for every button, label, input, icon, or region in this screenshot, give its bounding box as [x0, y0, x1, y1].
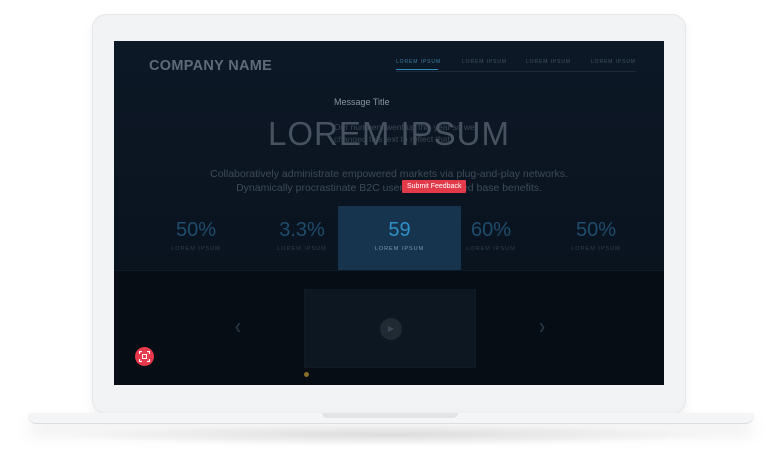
stat-value: 50%	[175, 219, 217, 241]
chevron-left-icon[interactable]: ❮	[231, 320, 245, 334]
video-player[interactable]: ▶	[304, 289, 476, 368]
stat-label: LOREM IPSUM	[571, 246, 621, 252]
carousel-dot[interactable]	[304, 372, 309, 377]
capture-button[interactable]	[135, 347, 154, 366]
stat-label: LOREM IPSUM	[171, 246, 221, 252]
hero-subtext: Collaboratively administrate empowered m…	[194, 167, 584, 195]
site-header: COMPANY NAME LOREM IPSUM LOREM IPSUM LOR…	[114, 41, 664, 97]
hero-subtext-line-2: Dynamically procrastinate B2C users afte…	[236, 182, 542, 194]
message-title: Message Title	[334, 97, 390, 107]
stats-row: 50% LOREM IPSUM 3.3% LOREM IPSUM 59 LORE…	[140, 206, 664, 271]
nav-item-4[interactable]: LOREM IPSUM	[591, 59, 636, 65]
chevron-right-icon[interactable]: ❯	[535, 320, 549, 334]
laptop-screen: COMPANY NAME LOREM IPSUM LOREM IPSUM LOR…	[114, 41, 664, 385]
nav-active-underline	[396, 69, 438, 70]
submit-feedback-button[interactable]: Submit Feedback	[402, 180, 467, 193]
nav-bar: LOREM IPSUM LOREM IPSUM LOREM IPSUM LORE…	[396, 59, 636, 72]
laptop-shadow	[60, 424, 720, 446]
stat-label: LOREM IPSUM	[466, 246, 516, 252]
nav-item-2[interactable]: LOREM IPSUM	[462, 59, 507, 65]
stat-item[interactable]: 60% LOREM IPSUM	[435, 206, 547, 271]
stat-value: 60%	[470, 219, 512, 241]
hero-subtext-line-1: Collaboratively administrate empowered m…	[210, 168, 568, 180]
stat-value: 50%	[575, 219, 617, 241]
stat-item[interactable]: 50% LOREM IPSUM	[540, 206, 652, 271]
company-name: COMPANY NAME	[149, 58, 273, 74]
capture-icon	[139, 351, 150, 362]
laptop-notch	[322, 413, 458, 418]
stat-item[interactable]: 50% LOREM IPSUM	[140, 206, 252, 271]
play-icon[interactable]: ▶	[380, 318, 402, 340]
hero-heading: LOREM IPSUM	[267, 115, 511, 152]
nav-item-1[interactable]: LOREM IPSUM	[396, 59, 441, 65]
nav-item-3[interactable]: LOREM IPSUM	[526, 59, 571, 65]
